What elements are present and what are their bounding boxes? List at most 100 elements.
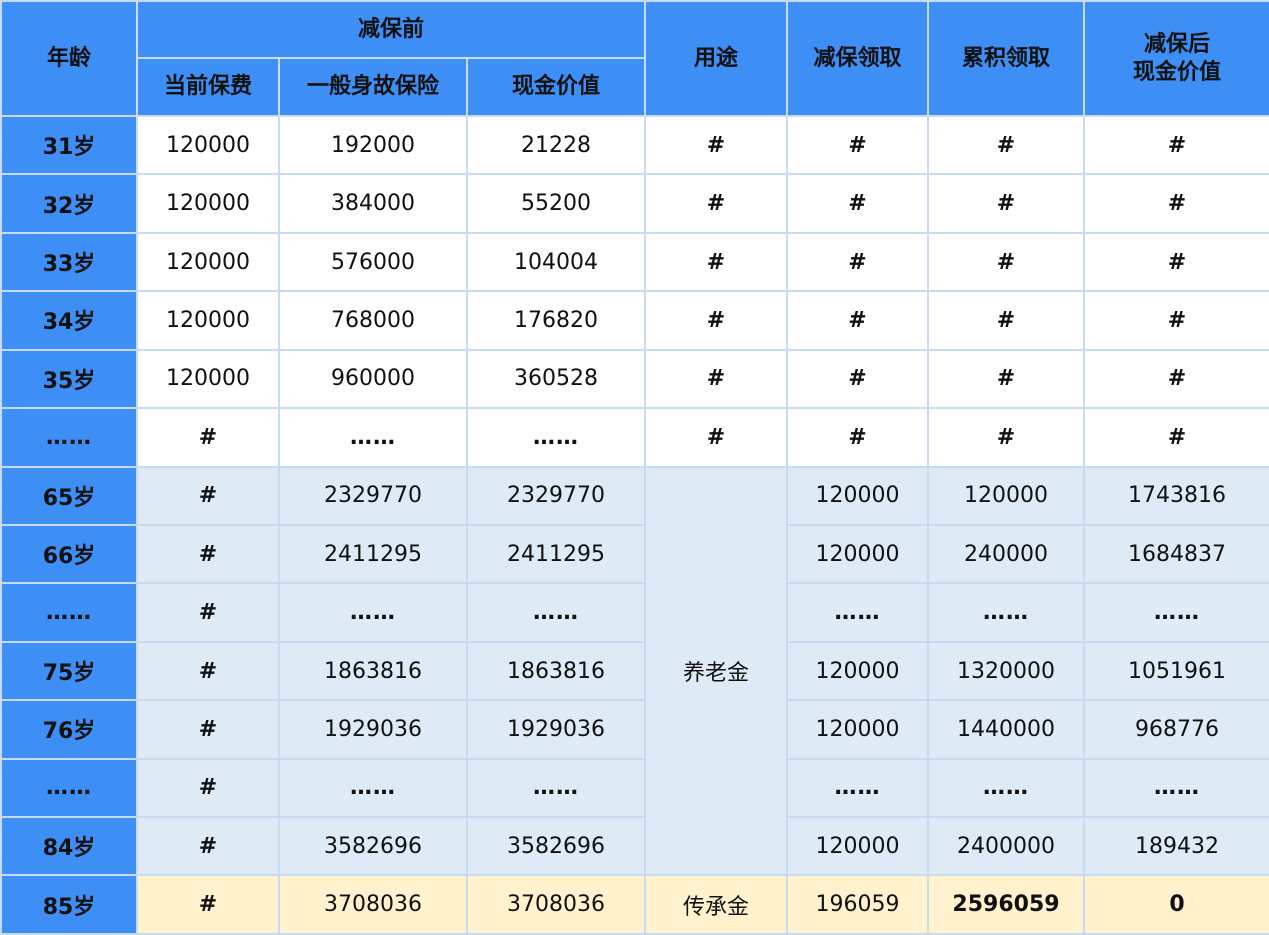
header-premium: 当前保费 xyxy=(136,57,280,117)
cell-withdraw: …… xyxy=(786,757,929,819)
table-row: 84岁 # 3582696 3582696 120000 2400000 189… xyxy=(0,816,1269,877)
cell-premium: 120000 xyxy=(136,114,280,176)
cell-death: 1863816 xyxy=(278,640,468,702)
header-usage: 用途 xyxy=(644,0,788,117)
row-age: 76岁 xyxy=(0,699,138,760)
cell-cash: 3582696 xyxy=(466,816,646,877)
table-row: 33岁 120000 576000 104004 # # # # xyxy=(0,231,1269,293)
cell-withdraw: 120000 xyxy=(786,640,929,702)
cell-death: 2329770 xyxy=(278,465,468,526)
cell-cash: 2411295 xyxy=(466,523,646,585)
header-death-benefit: 一般身故保险 xyxy=(278,57,468,117)
cell-usage: # xyxy=(644,348,788,410)
cell-cash: 3708036 xyxy=(466,874,646,935)
header-cash-value: 现金价值 xyxy=(466,57,646,117)
cell-premium: 120000 xyxy=(136,348,280,410)
cell-premium: # xyxy=(136,407,280,468)
cell-after: 1684837 xyxy=(1083,523,1269,585)
cell-cash: …… xyxy=(466,582,646,643)
cell-withdraw: 120000 xyxy=(786,523,929,585)
row-age: 84岁 xyxy=(0,816,138,877)
table-row: 85岁 # 3708036 3708036 传承金 196059 2596059… xyxy=(0,874,1269,935)
cell-cumulative: # xyxy=(927,114,1085,176)
cell-cumulative: …… xyxy=(927,757,1085,819)
table-row: …… # …… …… # # # # xyxy=(0,407,1269,468)
cell-death: 768000 xyxy=(278,290,468,351)
row-age: 35岁 xyxy=(0,348,138,410)
header-withdraw: 减保领取 xyxy=(786,0,929,117)
cell-cash: 104004 xyxy=(466,231,646,293)
cell-usage: # xyxy=(644,114,788,176)
cell-death: 3582696 xyxy=(278,816,468,877)
cell-death: 960000 xyxy=(278,348,468,410)
cell-premium: 120000 xyxy=(136,290,280,351)
cell-cumulative: 2596059 xyxy=(927,874,1085,935)
cell-cumulative: # xyxy=(927,290,1085,351)
row-age-ellipsis: …… xyxy=(0,757,138,819)
cell-death: 2411295 xyxy=(278,523,468,585)
cell-cash: 1929036 xyxy=(466,699,646,760)
row-age: 85岁 xyxy=(0,874,138,935)
cell-cash: 360528 xyxy=(466,348,646,410)
cell-cumulative: 1440000 xyxy=(927,699,1085,760)
cell-after: # xyxy=(1083,114,1269,176)
cell-premium: # xyxy=(136,523,280,585)
cell-cumulative: …… xyxy=(927,582,1085,643)
cell-withdraw: …… xyxy=(786,582,929,643)
cell-death: 384000 xyxy=(278,173,468,234)
cell-death: 3708036 xyxy=(278,874,468,935)
row-age-ellipsis: …… xyxy=(0,582,138,643)
cell-premium: # xyxy=(136,640,280,702)
cell-withdraw: 120000 xyxy=(786,699,929,760)
cell-after: # xyxy=(1083,407,1269,468)
cell-death: 192000 xyxy=(278,114,468,176)
cell-cash: 55200 xyxy=(466,173,646,234)
header-after-line2: 现金价值 xyxy=(1132,59,1221,85)
header-age: 年龄 xyxy=(0,0,138,117)
cell-premium: # xyxy=(136,699,280,760)
cell-after: 0 xyxy=(1083,874,1269,935)
cell-cash: 176820 xyxy=(466,290,646,351)
cell-cumulative: 1320000 xyxy=(927,640,1085,702)
cell-after: …… xyxy=(1083,582,1269,643)
header-before-reduction: 减保前 xyxy=(136,0,646,59)
table-row: 34岁 120000 768000 176820 # # # # xyxy=(0,290,1269,351)
cell-death: 576000 xyxy=(278,231,468,293)
cell-cumulative: # xyxy=(927,407,1085,468)
cell-usage: # xyxy=(644,173,788,234)
row-age: 75岁 xyxy=(0,640,138,702)
row-age: 65岁 xyxy=(0,465,138,526)
cell-death: …… xyxy=(278,757,468,819)
cell-withdraw: 120000 xyxy=(786,816,929,877)
insurance-benefit-table: 年龄 减保前 用途 减保领取 累积领取 减保后 现金价值 当前保费 一般身故保险 … xyxy=(0,0,1269,935)
table-row: …… # …… …… …… …… …… xyxy=(0,757,1269,819)
table-row: …… # …… …… …… …… …… xyxy=(0,582,1269,643)
cell-withdraw: # xyxy=(786,290,929,351)
cell-after: # xyxy=(1083,290,1269,351)
cell-premium: # xyxy=(136,582,280,643)
cell-after: 1051961 xyxy=(1083,640,1269,702)
cell-cumulative: # xyxy=(927,231,1085,293)
cell-premium: # xyxy=(136,757,280,819)
table-row: 35岁 120000 960000 360528 # # # # xyxy=(0,348,1269,410)
cell-death: …… xyxy=(278,407,468,468)
cell-death: …… xyxy=(278,582,468,643)
table-row: 65岁 # 2329770 2329770 养老金 120000 120000 … xyxy=(0,465,1269,877)
header-cumulative: 累积领取 xyxy=(927,0,1085,117)
cell-usage: # xyxy=(644,231,788,293)
cell-death: 1929036 xyxy=(278,699,468,760)
table-row: 31岁 120000 192000 21228 # # # # xyxy=(0,114,1269,176)
cell-premium: 120000 xyxy=(136,173,280,234)
cell-cash: 1863816 xyxy=(466,640,646,702)
cell-premium: 120000 xyxy=(136,231,280,293)
table-row: 66岁 # 2411295 2411295 120000 240000 1684… xyxy=(0,523,1269,585)
cell-premium: # xyxy=(136,465,280,526)
table-row: 76岁 # 1929036 1929036 120000 1440000 968… xyxy=(0,699,1269,760)
row-age: 31岁 xyxy=(0,114,138,176)
cell-cumulative: 240000 xyxy=(927,523,1085,585)
cell-cumulative: # xyxy=(927,348,1085,410)
cell-usage-pension: 养老金 xyxy=(644,465,788,877)
cell-withdraw: # xyxy=(786,114,929,176)
cell-withdraw: # xyxy=(786,231,929,293)
cell-withdraw: # xyxy=(786,173,929,234)
